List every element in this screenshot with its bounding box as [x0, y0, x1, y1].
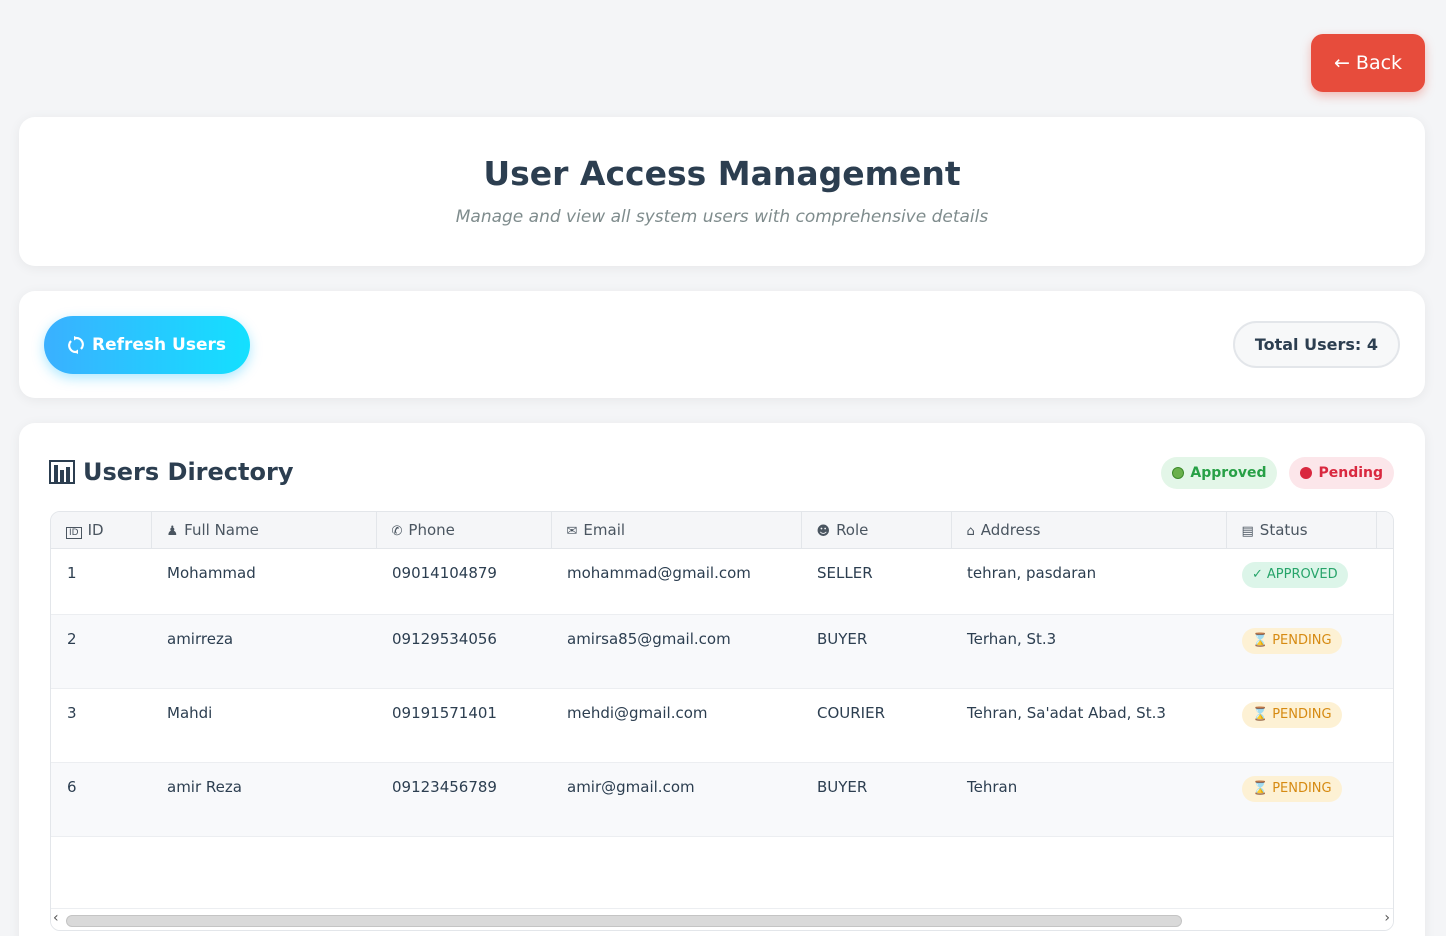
legend-approved: Approved — [1161, 457, 1278, 489]
mask-icon: ☻ — [816, 523, 831, 539]
cell-status: ✓ APPROVED — [1226, 548, 1376, 615]
cell-id: 1 — [51, 548, 151, 615]
users-table: ID ID ♟ Full Name ✆ Phone ✉ Email ☻ Role ⌂ Add… — [51, 512, 1393, 837]
cell-phone: 09123456789 — [376, 762, 551, 837]
hourglass-icon: ⌛ — [1252, 707, 1269, 722]
home-icon: ⌂ — [966, 523, 975, 539]
column-header-role[interactable]: ☻ Role — [801, 512, 952, 549]
legend-pending: Pending — [1289, 457, 1394, 489]
cell-phone: 09129534056 — [376, 614, 551, 689]
status-badge: ✓ APPROVED — [1242, 561, 1348, 588]
cell-status: ⌛ PENDING — [1226, 688, 1376, 763]
cell-email: amirsa85@gmail.com — [551, 614, 801, 689]
check-icon: ✓ — [1252, 567, 1263, 582]
header-card: User Access Management Manage and view a… — [19, 117, 1425, 266]
column-header-id[interactable]: ID ID — [51, 512, 152, 549]
column-header-address[interactable]: ⌂ Address — [951, 512, 1227, 549]
cell-status: ⌛ PENDING — [1226, 762, 1376, 837]
phone-icon: ✆ — [391, 523, 403, 539]
cell-role: BUYER — [801, 614, 951, 689]
refresh-icon — [68, 336, 84, 354]
cell-name: Mahdi — [151, 688, 376, 763]
directory-title: Users Directory — [49, 458, 293, 486]
cell-address: Tehran — [951, 762, 1226, 837]
green-dot-icon — [1172, 467, 1185, 479]
cell-id: 6 — [51, 762, 151, 837]
scroll-right-icon[interactable]: › — [1384, 910, 1390, 926]
table-row[interactable]: 3 Mahdi 09191571401 mehdi@gmail.com COUR… — [51, 688, 1393, 763]
email-icon: ✉ — [566, 523, 578, 539]
cell-email: amir@gmail.com — [551, 762, 801, 837]
red-dot-icon — [1300, 467, 1313, 479]
cell-email: mohammad@gmail.com — [551, 548, 801, 615]
cell-role: COURIER — [801, 688, 951, 763]
scroll-left-icon[interactable]: ‹ — [53, 910, 59, 926]
cell-name: amirreza — [151, 614, 376, 689]
page-title: User Access Management — [483, 154, 961, 193]
total-users-badge: Total Users: 4 — [1232, 321, 1400, 368]
scrollbar-thumb[interactable] — [66, 915, 1182, 927]
legend-pending-label: Pending — [1318, 465, 1383, 481]
status-badge: ⌛ PENDING — [1242, 775, 1342, 802]
users-table-container[interactable]: ID ID ♟ Full Name ✆ Phone ✉ Email ☻ Role ⌂ Add… — [50, 511, 1394, 931]
person-icon: ♟ — [166, 523, 179, 539]
cell-address: Terhan, St.3 — [951, 614, 1226, 689]
column-header-overflow — [1376, 512, 1393, 549]
column-header-email[interactable]: ✉ Email — [551, 512, 802, 549]
cell-name: amir Reza — [151, 762, 376, 837]
cell-email: mehdi@gmail.com — [551, 688, 801, 763]
cell-id: 2 — [51, 614, 151, 689]
cell-status: ⌛ PENDING — [1226, 614, 1376, 689]
page-subtitle: Manage and view all system users with co… — [455, 207, 989, 227]
table-row[interactable]: 2 amirreza 09129534056 amirsa85@gmail.co… — [51, 614, 1393, 689]
column-header-phone[interactable]: ✆ Phone — [376, 512, 552, 549]
horizontal-scrollbar[interactable]: ‹ › — [51, 908, 1393, 930]
status-legend: Approved Pending — [1161, 457, 1394, 489]
cell-role: SELLER — [801, 548, 951, 615]
column-header-status[interactable]: ▤ Status — [1226, 512, 1377, 549]
users-directory-card: Users Directory Approved Pending ID ID ♟ F… — [19, 423, 1425, 936]
refresh-users-button[interactable]: Refresh Users — [44, 316, 250, 374]
table-header-row: ID ID ♟ Full Name ✆ Phone ✉ Email ☻ Role ⌂ Add… — [51, 512, 1393, 549]
total-users-label: Total Users: 4 — [1254, 335, 1378, 354]
status-badge: ⌛ PENDING — [1242, 627, 1342, 654]
cell-role: BUYER — [801, 762, 951, 837]
hourglass-icon: ⌛ — [1252, 781, 1269, 796]
cell-id: 3 — [51, 688, 151, 763]
cell-phone: 09014104879 — [376, 548, 551, 615]
chart-icon: ▤ — [1241, 523, 1254, 539]
cell-address: Tehran, Sa'adat Abad, St.3 — [951, 688, 1226, 763]
toolbar-card: Refresh Users Total Users: 4 — [19, 291, 1425, 398]
cell-address: tehran, pasdaran — [951, 548, 1226, 615]
hourglass-icon: ⌛ — [1252, 633, 1269, 648]
directory-title-label: Users Directory — [83, 458, 294, 486]
legend-approved-label: Approved — [1190, 465, 1267, 481]
refresh-users-label: Refresh Users — [91, 335, 227, 355]
chart-icon — [49, 460, 75, 484]
cell-phone: 09191571401 — [376, 688, 551, 763]
id-icon: ID — [66, 526, 82, 539]
back-button[interactable]: ← Back — [1311, 34, 1425, 92]
column-header-full-name[interactable]: ♟ Full Name — [151, 512, 377, 549]
table-row[interactable]: 1 Mohammad 09014104879 mohammad@gmail.co… — [51, 548, 1393, 615]
status-badge: ⌛ PENDING — [1242, 701, 1342, 728]
table-row[interactable]: 6 amir Reza 09123456789 amir@gmail.com B… — [51, 762, 1393, 837]
cell-name: Mohammad — [151, 548, 376, 615]
